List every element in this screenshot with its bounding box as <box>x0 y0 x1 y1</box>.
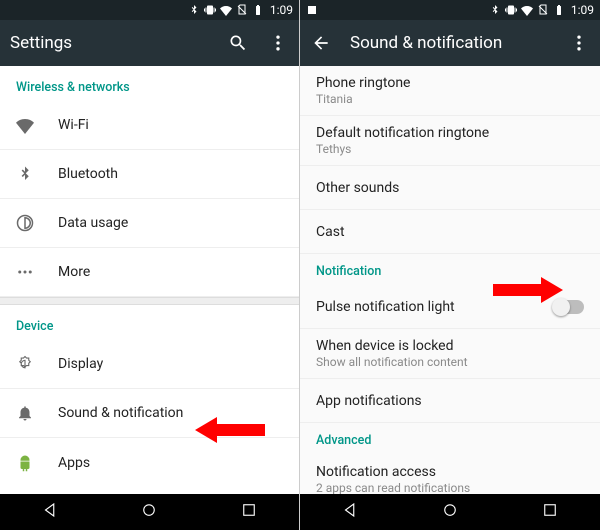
image-icon <box>306 4 318 16</box>
label: Display <box>58 356 283 372</box>
bluetooth-icon <box>489 4 501 16</box>
label: Other sounds <box>316 180 584 196</box>
label: App notifications <box>316 393 584 409</box>
divider <box>0 297 299 305</box>
row-phone-ringtone[interactable]: Phone ringtoneTitania <box>300 66 600 116</box>
display-icon <box>16 355 58 373</box>
label: Bluetooth <box>58 166 283 182</box>
sound-notification-screen: 1:09 Sound & notification Phone ringtone… <box>300 0 600 530</box>
row-apps[interactable]: Apps <box>0 438 299 487</box>
bluetooth-icon <box>188 4 200 16</box>
label: Default notification ringtone <box>316 125 584 141</box>
label: Data usage <box>58 215 283 231</box>
row-pulse-notification-light[interactable]: Pulse notification light <box>300 285 600 329</box>
home-button[interactable] <box>140 501 158 523</box>
row-sound-notification[interactable]: Sound & notification <box>0 389 299 438</box>
no-sim-icon <box>537 4 549 16</box>
row-bluetooth[interactable]: Bluetooth <box>0 150 299 199</box>
section-notification: Notification <box>300 254 600 285</box>
back-icon[interactable] <box>310 32 332 54</box>
label: Cast <box>316 224 584 240</box>
label: Sound & notification <box>58 405 283 421</box>
back-button[interactable] <box>341 501 359 523</box>
back-button[interactable] <box>41 501 59 523</box>
label: Apps <box>58 455 283 471</box>
sound-list: Phone ringtoneTitania Default notificati… <box>300 66 600 494</box>
vibrate-icon <box>505 4 517 16</box>
bell-icon <box>16 404 58 422</box>
clock: 1:09 <box>270 3 293 17</box>
label: Pulse notification light <box>316 299 554 315</box>
row-data-usage[interactable]: Data usage <box>0 199 299 248</box>
row-cast[interactable]: Cast <box>300 210 600 254</box>
label: When device is locked <box>316 338 584 354</box>
section-device: Device <box>0 305 299 340</box>
search-icon[interactable] <box>227 32 249 54</box>
battery-icon <box>553 4 565 16</box>
label: Notification access <box>316 464 584 480</box>
data-usage-icon <box>16 214 58 232</box>
android-icon <box>16 454 58 472</box>
home-button[interactable] <box>441 501 459 523</box>
row-default-notification-ringtone[interactable]: Default notification ringtoneTethys <box>300 116 600 166</box>
clock: 1:09 <box>571 3 594 17</box>
recents-button[interactable] <box>541 501 559 523</box>
row-when-locked[interactable]: When device is lockedShow all notificati… <box>300 329 600 379</box>
nav-bar <box>0 494 299 530</box>
row-more[interactable]: More <box>0 248 299 297</box>
settings-list: Wireless & networks Wi-Fi Bluetooth Data… <box>0 66 299 494</box>
row-notification-access[interactable]: Notification access2 apps can read notif… <box>300 454 600 494</box>
no-sim-icon <box>236 4 248 16</box>
bluetooth-icon <box>16 165 58 183</box>
row-other-sounds[interactable]: Other sounds <box>300 166 600 210</box>
overflow-icon[interactable] <box>568 32 590 54</box>
wifi-icon <box>220 4 232 16</box>
row-wifi[interactable]: Wi-Fi <box>0 101 299 150</box>
label: Wi-Fi <box>58 117 283 133</box>
value: 2 apps can read notifications <box>316 481 584 495</box>
value: Show all notification content <box>316 355 584 369</box>
label: More <box>58 264 283 280</box>
status-bar: 1:09 <box>0 0 299 20</box>
wifi-icon <box>16 116 58 134</box>
recents-button[interactable] <box>240 501 258 523</box>
value: Tethys <box>316 142 584 156</box>
section-advanced: Advanced <box>300 423 600 454</box>
status-bar: 1:09 <box>300 0 600 20</box>
battery-icon <box>252 4 264 16</box>
page-title: Sound & notification <box>350 33 568 53</box>
row-app-notifications[interactable]: App notifications <box>300 379 600 423</box>
row-display[interactable]: Display <box>0 340 299 389</box>
nav-bar <box>300 494 600 530</box>
app-bar: Sound & notification <box>300 20 600 66</box>
label: Phone ringtone <box>316 75 584 91</box>
more-icon <box>16 263 58 281</box>
app-bar: Settings <box>0 20 299 66</box>
value: Titania <box>316 92 584 106</box>
wifi-icon <box>521 4 533 16</box>
settings-screen: 1:09 Settings Wireless & networks Wi-Fi … <box>0 0 300 530</box>
page-title: Settings <box>10 33 227 53</box>
vibrate-icon <box>204 4 216 16</box>
section-wireless: Wireless & networks <box>0 66 299 101</box>
pulse-toggle[interactable] <box>554 300 584 314</box>
overflow-icon[interactable] <box>267 32 289 54</box>
